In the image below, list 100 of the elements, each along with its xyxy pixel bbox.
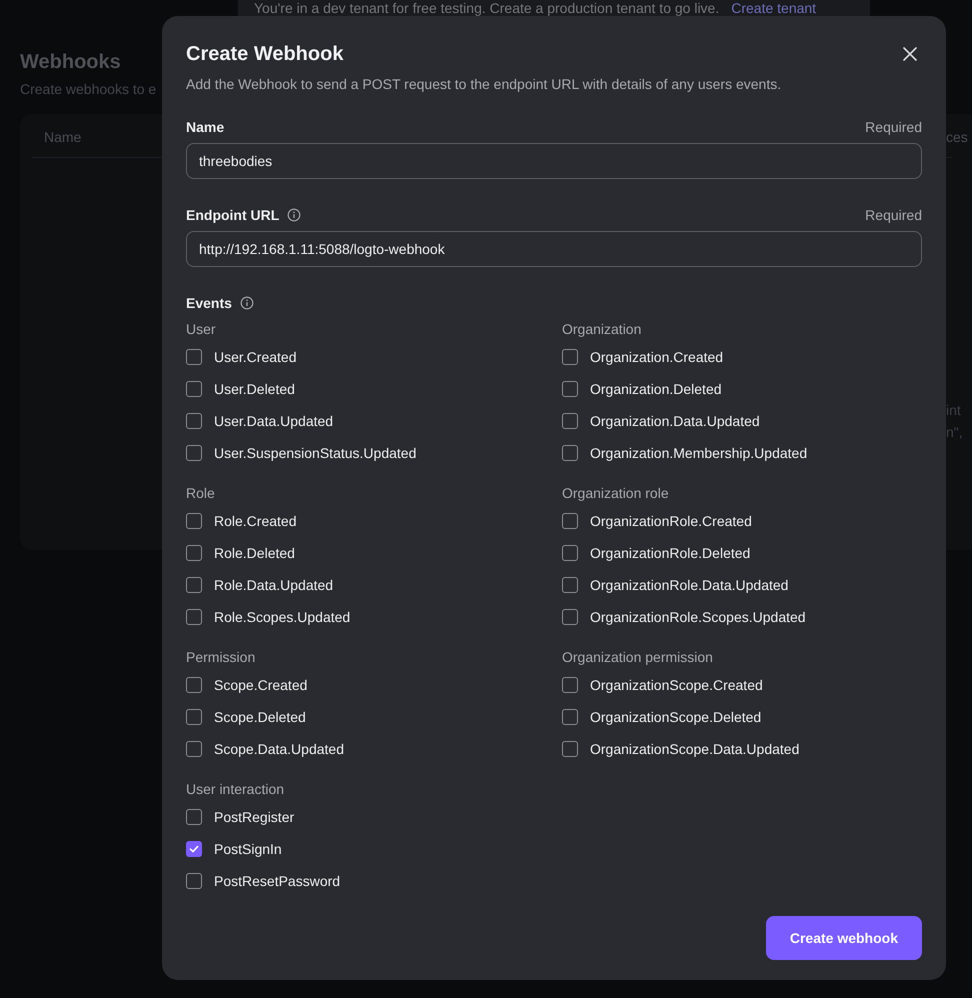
check-icon (188, 843, 200, 855)
field-label: Name (186, 118, 224, 136)
event-checkbox-row[interactable]: User.SuspensionStatus.Updated (186, 437, 546, 469)
checkbox[interactable] (186, 577, 202, 593)
event-label: Role.Data.Updated (214, 576, 334, 595)
info-icon[interactable] (287, 208, 302, 222)
group-title: Organization permission (562, 648, 714, 667)
event-label: Scope.Created (214, 676, 308, 695)
section-label: Events (186, 294, 232, 312)
group-title: Organization (562, 320, 642, 339)
checkbox[interactable] (562, 445, 578, 461)
group-title: User interaction (186, 780, 286, 799)
event-checkbox-row[interactable]: PostRegister (186, 801, 546, 833)
event-label: Scope.Deleted (214, 708, 306, 727)
event-checkbox-row[interactable]: OrganizationRole.Created (562, 505, 922, 537)
event-label: Scope.Data.Updated (214, 740, 344, 759)
create-webhook-button[interactable]: Create webhook (766, 916, 922, 960)
event-checkbox-row[interactable]: PostResetPassword (186, 865, 546, 897)
checkbox[interactable] (186, 381, 202, 397)
event-checkbox-row[interactable]: PostSignIn (186, 833, 546, 865)
event-checkbox-row[interactable]: Organization.Created (562, 341, 922, 373)
event-label: OrganizationScope.Deleted (590, 708, 762, 727)
event-label: Organization.Created (590, 348, 724, 367)
checkbox[interactable] (562, 609, 578, 625)
event-label: OrganizationScope.Created (590, 676, 763, 695)
event-label: Organization.Data.Updated (590, 412, 760, 431)
group-title: User (186, 320, 217, 339)
event-label: Role.Created (214, 512, 296, 530)
checkbox[interactable] (186, 677, 202, 693)
event-checkbox-row[interactable]: Role.Data.Updated (186, 569, 546, 601)
event-checkbox-row[interactable]: OrganizationRole.Deleted (562, 537, 922, 569)
event-checkbox-row[interactable]: Organization.Deleted (562, 373, 922, 405)
event-checkbox-row[interactable]: Organization.Membership.Updated (562, 437, 922, 469)
event-label: User.Created (214, 348, 296, 366)
checkbox[interactable] (562, 677, 578, 693)
checkbox[interactable] (186, 513, 202, 529)
banner-text: You're in a dev tenant for free testing. Create a production tenant to go live. (254, 0, 720, 16)
group-title: Role (186, 484, 216, 503)
event-checkbox-row[interactable]: OrganizationScope.Deleted (562, 701, 922, 733)
checkbox[interactable] (562, 577, 578, 593)
column-header: Name (44, 128, 82, 147)
text-input[interactable]: threebodies (186, 143, 922, 179)
event-checkbox-row[interactable]: User.Created (186, 341, 546, 373)
close-icon (902, 46, 918, 62)
event-label: OrganizationRole.Created (590, 512, 752, 531)
event-label: OrganizationRole.Data.Updated (590, 576, 788, 595)
event-label: PostSignIn (214, 840, 282, 859)
event-checkbox-row[interactable]: Scope.Created (186, 669, 546, 701)
event-label: Organization.Membership.Updated (590, 444, 808, 463)
checkbox[interactable] (562, 741, 578, 757)
event-label: OrganizationRole.Deleted (590, 544, 750, 563)
checkbox[interactable] (186, 741, 202, 757)
checkbox[interactable] (186, 349, 202, 365)
event-checkbox-row[interactable]: Scope.Deleted (186, 701, 546, 733)
checkbox[interactable] (562, 381, 578, 397)
event-label: PostResetPassword (214, 872, 340, 890)
dialog-subtitle: Add the Webhook to send a POST request to the endpoint URL with details of any users events. (186, 75, 782, 94)
event-checkbox-row[interactable]: Scope.Data.Updated (186, 733, 546, 765)
event-checkbox-row[interactable]: Role.Created (186, 505, 546, 537)
checkbox[interactable] (562, 709, 578, 725)
create-tenant-link[interactable]: Create tenant (731, 0, 816, 16)
dialog-title: Create Webhook (186, 42, 344, 67)
event-checkbox-row[interactable]: User.Deleted (186, 373, 546, 405)
info-icon[interactable] (240, 296, 254, 310)
checkbox[interactable] (562, 513, 578, 529)
checkbox[interactable] (186, 841, 202, 857)
event-label: User.Deleted (214, 380, 295, 398)
event-label: OrganizationScope.Data.Updated (590, 740, 800, 759)
event-checkbox-row[interactable]: OrganizationScope.Created (562, 669, 922, 701)
event-checkbox-row[interactable]: OrganizationRole.Scopes.Updated (562, 601, 922, 633)
event-label: Role.Deleted (214, 544, 295, 562)
checkbox[interactable] (186, 545, 202, 561)
group-title: Organization role (562, 484, 670, 503)
checkbox[interactable] (562, 545, 578, 561)
event-checkbox-row[interactable]: Role.Deleted (186, 537, 546, 569)
event-label: Role.Scopes.Updated (214, 608, 350, 627)
checkbox[interactable] (186, 445, 202, 461)
field-label: Endpoint URL (186, 206, 280, 225)
event-checkbox-row[interactable]: OrganizationRole.Data.Updated (562, 569, 922, 601)
checkbox[interactable] (562, 413, 578, 429)
page-title: Webhooks (20, 50, 121, 75)
event-checkbox-row[interactable]: User.Data.Updated (186, 405, 546, 437)
event-checkbox-row[interactable]: Role.Scopes.Updated (186, 601, 546, 633)
text-input[interactable]: http://192.168.1.11:5088/logto-webhook (186, 231, 922, 267)
required-label: Required (865, 206, 922, 225)
checkbox[interactable] (562, 349, 578, 365)
group-title: Permission (186, 648, 256, 667)
event-checkbox-row[interactable]: OrganizationScope.Data.Updated (562, 733, 922, 765)
checkbox[interactable] (186, 873, 202, 889)
column-header: ces (946, 128, 968, 147)
checkbox[interactable] (186, 709, 202, 725)
event-checkbox-row[interactable]: Organization.Data.Updated (562, 405, 922, 437)
event-label: PostRegister (214, 808, 294, 827)
checkbox[interactable] (186, 609, 202, 625)
checkbox[interactable] (186, 413, 202, 429)
event-label: User.Data.Updated (214, 412, 334, 431)
page-subtitle: Create webhooks to e (20, 80, 156, 99)
checkbox[interactable] (186, 809, 202, 825)
required-label: Required (865, 118, 922, 137)
event-label: Organization.Deleted (590, 380, 722, 399)
